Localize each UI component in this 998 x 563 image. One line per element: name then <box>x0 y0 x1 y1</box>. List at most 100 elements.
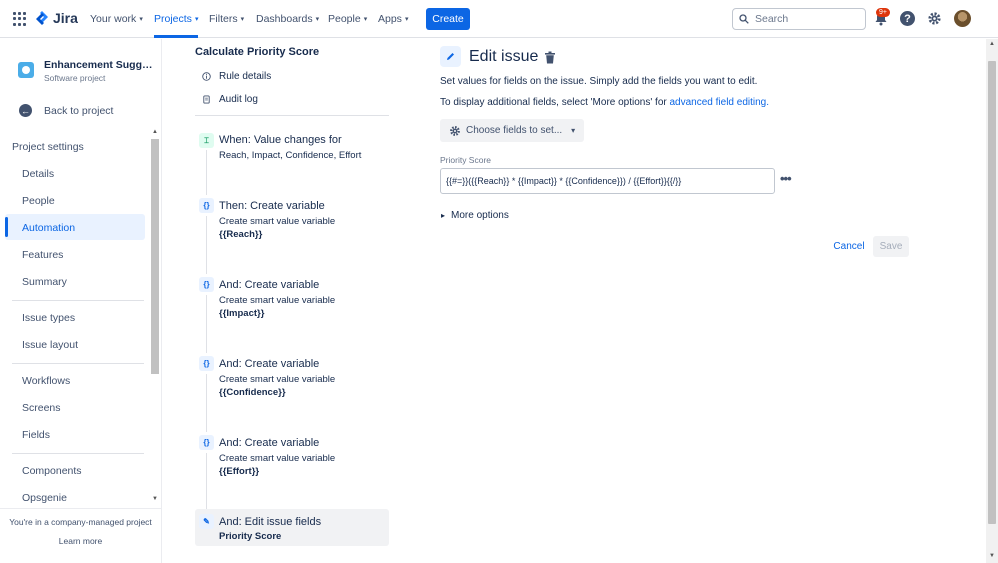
help-icon[interactable]: ? <box>900 11 915 26</box>
sidebar-item-fields[interactable]: Fields <box>22 429 50 441</box>
step-title[interactable]: And: Create variable <box>219 358 319 370</box>
step-subtitle: Reach, Impact, Confidence, Effort <box>219 150 362 161</box>
learn-more-link[interactable]: Learn more <box>0 536 161 546</box>
audit-log-icon <box>203 95 210 104</box>
step-title[interactable]: And: Create variable <box>219 437 319 449</box>
pencil-icon: ✎ <box>199 514 214 529</box>
sidebar-scrollbar[interactable]: ▲ ▼ <box>150 129 160 505</box>
company-managed-note: You're in a company-managed project <box>9 517 152 527</box>
variable-braces-icon: {} <box>199 277 214 292</box>
nav-filters[interactable]: Filters ▾ <box>209 0 244 38</box>
project-settings-heading: Project settings <box>12 141 84 153</box>
rule-details-link[interactable]: Rule details <box>219 71 271 82</box>
choose-fields-dropdown[interactable]: Choose fields to set... ▾ <box>440 119 584 142</box>
sidebar-item-issue-layout[interactable]: Issue layout <box>22 339 78 351</box>
step-value: {{Effort}} <box>219 466 260 477</box>
logo-text: Jira <box>53 10 78 26</box>
gear-icon <box>450 125 460 136</box>
chevron-down-icon: ▾ <box>240 16 245 23</box>
delete-trash-icon[interactable] <box>544 51 556 64</box>
step-value: {{Confidence}} <box>219 387 286 398</box>
divider <box>12 363 144 364</box>
nav-label: Apps <box>378 13 402 25</box>
note-prefix: To display additional fields, select 'Mo… <box>440 97 670 108</box>
chevron-down-icon: ▾ <box>139 16 143 23</box>
back-arrow-icon[interactable]: ← <box>19 104 32 117</box>
sidebar-item-opsgenie[interactable]: Opsgenie <box>22 492 67 504</box>
more-actions-icon[interactable]: ••• <box>780 171 792 186</box>
nav-label: Your work <box>90 13 137 25</box>
sidebar-item-automation[interactable]: Automation <box>22 222 75 234</box>
priority-score-input[interactable] <box>440 168 775 194</box>
page-scrollbar[interactable]: ▲ ▼ <box>986 39 998 563</box>
step-value: Priority Score <box>219 531 282 542</box>
cancel-button[interactable]: Cancel <box>830 236 868 257</box>
sidebar-item-components[interactable]: Components <box>22 465 82 477</box>
nav-label: Filters <box>209 13 238 25</box>
step-value: {{Impact}} <box>219 308 265 319</box>
divider <box>12 453 144 454</box>
choose-fields-label: Choose fields to set... <box>466 125 563 136</box>
nav-label: Projects <box>154 13 192 25</box>
scrollbar-thumb[interactable] <box>988 61 996 524</box>
scrollbar-thumb[interactable] <box>151 139 159 374</box>
app-switcher-icon[interactable] <box>13 12 27 26</box>
sidebar-item-summary[interactable]: Summary <box>22 276 67 288</box>
step-connector <box>206 295 207 353</box>
project-name[interactable]: Enhancement Suggesti... <box>44 59 154 71</box>
chevron-down-icon: ▾ <box>571 126 576 135</box>
divider <box>12 300 144 301</box>
more-options-toggle[interactable]: ▸ More options <box>441 210 509 221</box>
variable-braces-icon: {} <box>199 435 214 450</box>
sidebar-item-workflows[interactable]: Workflows <box>22 375 70 387</box>
step-title[interactable]: When: Value changes for <box>219 134 342 146</box>
chevron-down-icon: ▾ <box>404 16 409 23</box>
sidebar-item-people[interactable]: People <box>22 195 55 207</box>
chevron-down-icon: ▾ <box>315 16 320 23</box>
nav-your-work[interactable]: Your work ▾ <box>90 0 143 38</box>
nav-people[interactable]: People ▾ <box>328 0 367 38</box>
scroll-down-arrow-icon[interactable]: ▼ <box>152 496 158 502</box>
notification-badge: 9+ <box>876 8 890 17</box>
settings-gear-icon[interactable] <box>927 11 942 26</box>
trigger-icon: ⌶ <box>199 133 214 148</box>
sidebar-item-details[interactable]: Details <box>22 168 54 180</box>
nav-label: People <box>328 13 361 25</box>
nav-dashboards[interactable]: Dashboards ▾ <box>256 0 319 38</box>
sidebar-footer: You're in a company-managed project Lear… <box>0 508 161 546</box>
step-connector <box>206 216 207 274</box>
scroll-up-arrow-icon[interactable]: ▲ <box>152 129 158 135</box>
jira-logo-icon <box>36 11 48 25</box>
step-title[interactable]: And: Create variable <box>219 279 319 291</box>
search-input[interactable]: Search <box>732 8 866 30</box>
step-subtitle: Create smart value variable <box>219 295 336 306</box>
nav-apps[interactable]: Apps ▾ <box>378 0 408 38</box>
audit-log-link[interactable]: Audit log <box>219 94 258 105</box>
top-navigation: Jira Your work ▾ Projects ▾ Filters ▾ Dashb… <box>0 0 998 38</box>
create-button[interactable]: Create <box>426 8 470 30</box>
chevron-right-icon: ▸ <box>441 211 446 220</box>
scroll-up-arrow-icon[interactable]: ▲ <box>989 41 995 47</box>
back-to-project-link[interactable]: Back to project <box>44 105 113 117</box>
edit-description: Set values for fields on the issue. Simp… <box>440 76 758 87</box>
user-avatar[interactable] <box>954 10 971 27</box>
scroll-down-arrow-icon[interactable]: ▼ <box>989 553 995 559</box>
step-title[interactable]: Then: Create variable <box>219 200 325 212</box>
nav-projects[interactable]: Projects ▾ <box>154 0 199 38</box>
search-placeholder: Search <box>755 13 789 25</box>
step-subtitle: Create smart value variable <box>219 216 336 227</box>
sidebar-item-features[interactable]: Features <box>22 249 63 261</box>
priority-score-label: Priority Score <box>440 155 492 165</box>
step-value: {{Reach}} <box>219 229 263 240</box>
advanced-field-editing-link[interactable]: advanced field editing. <box>670 97 770 108</box>
save-button[interactable]: Save <box>873 236 909 257</box>
jira-logo[interactable]: Jira <box>35 10 78 26</box>
advanced-editing-note: To display additional fields, select 'Mo… <box>440 97 769 108</box>
step-connector <box>206 453 207 511</box>
sidebar-item-screens[interactable]: Screens <box>22 402 61 414</box>
variable-braces-icon: {} <box>199 198 214 213</box>
sidebar-item-issue-types[interactable]: Issue types <box>22 312 75 324</box>
step-title[interactable]: And: Edit issue fields <box>219 516 321 528</box>
chevron-down-icon: ▾ <box>363 16 368 23</box>
step-connector <box>206 150 207 195</box>
